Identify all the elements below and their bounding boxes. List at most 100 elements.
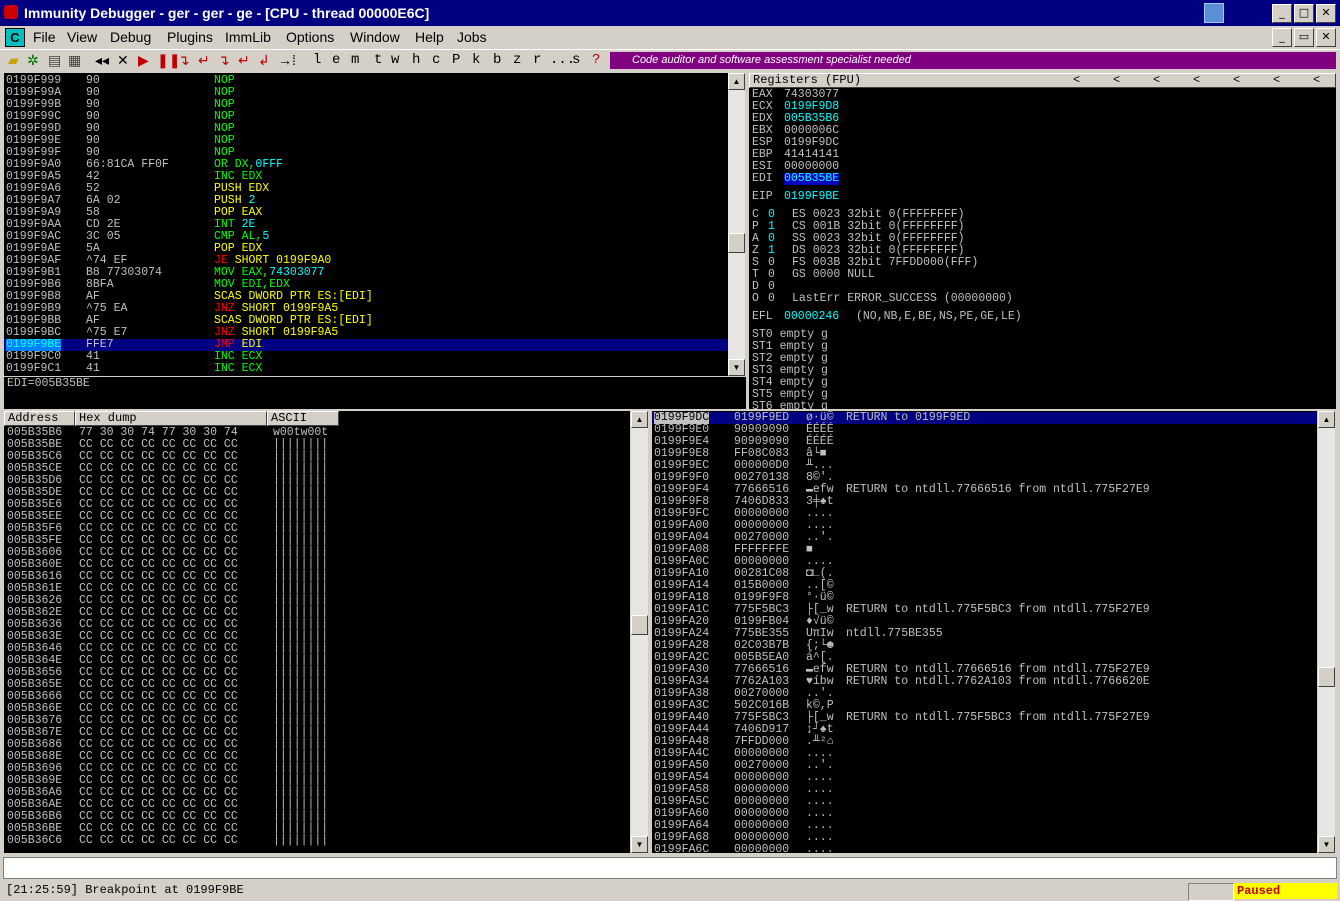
register-nav-arrow[interactable]: < — [1193, 74, 1200, 87]
disasm-row[interactable]: 0199F9BE FFE7 JMP EDI — [4, 339, 728, 351]
toolbar-help[interactable]: ? — [592, 52, 600, 68]
step-over-icon[interactable]: ↵ — [198, 52, 210, 69]
scroll-down-icon[interactable]: ▼ — [631, 836, 648, 853]
dump-pane[interactable]: Address Hex dump ASCII 005B35B6 77 30 30 … — [4, 411, 630, 853]
register-row[interactable]: EDI 005B35BE — [752, 173, 1332, 185]
register-row[interactable]: EDX 005B35B6 — [752, 113, 1332, 125]
toolbar-s[interactable]: s — [572, 52, 580, 68]
toolbar-k[interactable]: k — [472, 52, 480, 68]
flag-row[interactable]: T 0 GS 0000 NULL — [752, 269, 1332, 281]
toolbar-P[interactable]: P — [452, 52, 460, 68]
trace-into-icon[interactable]: ↴ — [218, 52, 230, 69]
flag-row[interactable]: O 0 LastErr ERROR_SUCCESS (00000000) — [752, 293, 1332, 305]
menu-window[interactable]: Window — [350, 29, 400, 45]
menu-jobs[interactable]: Jobs — [457, 29, 487, 45]
register-nav-arrow[interactable]: < — [1273, 74, 1280, 87]
toolbar-r[interactable]: r — [533, 52, 541, 68]
fpu-row[interactable]: ST5 empty g — [752, 389, 1332, 401]
register-nav-arrow[interactable]: < — [1233, 74, 1240, 87]
restore-windows-icon[interactable] — [1204, 3, 1224, 23]
command-input[interactable] — [3, 857, 1337, 879]
mdi-restore-button[interactable]: ▭ — [1294, 28, 1314, 47]
close-process-icon[interactable]: ✕ — [117, 52, 129, 69]
fpu-row[interactable]: ST1 empty g — [752, 341, 1332, 353]
disassembly-scrollbar[interactable]: ▲ ▼ — [728, 73, 745, 376]
register-nav-arrow[interactable]: < — [1313, 74, 1320, 87]
command-icon[interactable]: ▤ — [48, 52, 61, 69]
register-nav-arrow[interactable]: < — [1073, 74, 1080, 87]
scroll-thumb[interactable] — [631, 615, 648, 635]
register-row[interactable]: ESP 0199F9DC — [752, 137, 1332, 149]
disasm-row[interactable]: 0199F99D 90 NOP — [4, 123, 728, 135]
scroll-up-icon[interactable]: ▲ — [1318, 411, 1335, 428]
registers-pane[interactable]: Registers (FPU) < < < < < < < EAX 7430307… — [749, 73, 1336, 409]
disasm-row[interactable]: 0199F9C1 41 INC ECX — [4, 363, 728, 375]
fpu-row[interactable]: ST4 empty g — [752, 377, 1332, 389]
toolbar-z[interactable]: z — [513, 52, 521, 68]
disasm-row[interactable]: 0199F99B 90 NOP — [4, 99, 728, 111]
toolbar-w[interactable]: w — [391, 52, 399, 68]
stack-scrollbar[interactable]: ▲ ▼ — [1318, 411, 1335, 853]
python-icon[interactable]: ▦ — [68, 52, 81, 69]
toolbar-b[interactable]: b — [493, 52, 501, 68]
toolbar-c[interactable]: c — [432, 52, 440, 68]
scroll-up-icon[interactable]: ▲ — [631, 411, 648, 428]
pause-icon[interactable]: ❚❚ — [157, 52, 180, 69]
register-row[interactable]: EAX 74303077 — [752, 89, 1332, 101]
dump-header-hex[interactable]: Hex dump — [75, 411, 267, 426]
disasm-row[interactable]: 0199F9A5 42 INC EDX — [4, 171, 728, 183]
scroll-down-icon[interactable]: ▼ — [728, 359, 745, 376]
menu-immlib[interactable]: ImmLib — [225, 29, 271, 45]
minimize-button[interactable]: _ — [1272, 4, 1292, 23]
maximize-button[interactable]: □ — [1294, 4, 1314, 23]
dump-header-ascii[interactable]: ASCII — [267, 411, 339, 426]
fpu-row[interactable]: ST2 empty g — [752, 353, 1332, 365]
mdi-close-button[interactable]: ✕ — [1316, 28, 1336, 47]
dump-scrollbar[interactable]: ▲ ▼ — [631, 411, 648, 853]
dump-row[interactable]: 005B36C6 CC CC CC CC CC CC CC CC |||||||| — [7, 835, 627, 847]
disasm-row[interactable]: 0199F99C 90 NOP — [4, 111, 728, 123]
disasm-row[interactable]: 0199F999 90 NOP — [4, 75, 728, 87]
menu-debug[interactable]: Debug — [110, 29, 151, 45]
execute-till-return-icon[interactable]: ↲ — [258, 52, 270, 69]
fpu-row[interactable]: ST3 empty g — [752, 365, 1332, 377]
open-icon[interactable]: ▰ — [8, 52, 19, 69]
register-row[interactable]: ESI 00000000 — [752, 161, 1332, 173]
mdi-minimize-button[interactable]: _ — [1272, 28, 1292, 47]
stack-pane[interactable]: 0199F9DC 0199F9ED ø·ü© RETURN to 0199F9ED 01… — [652, 411, 1317, 853]
cpu-window-icon[interactable]: C — [5, 28, 25, 47]
toolbar-t[interactable]: t — [374, 52, 382, 68]
toolbar-m[interactable]: m — [351, 52, 359, 68]
menu-view[interactable]: View — [67, 29, 97, 45]
menu-help[interactable]: Help — [415, 29, 444, 45]
toolbar-l[interactable]: l — [313, 52, 321, 68]
disassembly-pane[interactable]: 0199F999 90 NOP 0199F99A 90 NOP 0199F99B 90 NOP 0… — [4, 73, 728, 376]
disasm-row[interactable]: 0199F99A 90 NOP — [4, 87, 728, 99]
register-nav-arrow[interactable]: < — [1113, 74, 1120, 87]
scroll-thumb[interactable] — [728, 233, 745, 253]
register-value[interactable]: 005B35BE — [784, 173, 840, 185]
register-row[interactable]: EBP 41414141 — [752, 149, 1332, 161]
disasm-row[interactable]: 0199F9AC 3C 05 CMP AL,5 — [4, 231, 728, 243]
efl-row[interactable]: EFL 00000246 (NO,NB,E,BE,NS,PE,GE,LE) — [752, 311, 1332, 323]
toolbar-e[interactable]: e — [332, 52, 340, 68]
dump-header-address[interactable]: Address — [4, 411, 75, 426]
trace-over-icon[interactable]: ↵ — [238, 52, 250, 69]
disasm-row[interactable]: 0199F9A0 66:81CA FF0F OR DX,0FFF — [4, 159, 728, 171]
run-icon[interactable]: ▶ — [138, 52, 149, 69]
register-nav-arrow[interactable]: < — [1153, 74, 1160, 87]
scroll-up-icon[interactable]: ▲ — [728, 73, 745, 90]
attach-icon[interactable]: ✲ — [27, 52, 39, 69]
fpu-row[interactable]: ST0 empty g — [752, 329, 1332, 341]
register-value[interactable]: 00000246 — [784, 311, 839, 323]
register-value[interactable]: 0199F9BE — [784, 191, 839, 203]
disasm-row[interactable]: 0199F9C0 41 INC ECX — [4, 351, 728, 363]
register-row[interactable]: ECX 0199F9D8 — [752, 101, 1332, 113]
menu-file[interactable]: File — [33, 29, 56, 45]
scroll-down-icon[interactable]: ▼ — [1318, 836, 1335, 853]
restart-icon[interactable]: ◂◂ — [95, 52, 109, 69]
register-row[interactable]: EBX 0000006C — [752, 125, 1332, 137]
registers-header[interactable]: Registers (FPU) < < < < < < < — [749, 73, 1336, 88]
fpu-row[interactable]: ST6 empty g — [752, 401, 1332, 410]
menu-plugins[interactable]: Plugins — [167, 29, 213, 45]
